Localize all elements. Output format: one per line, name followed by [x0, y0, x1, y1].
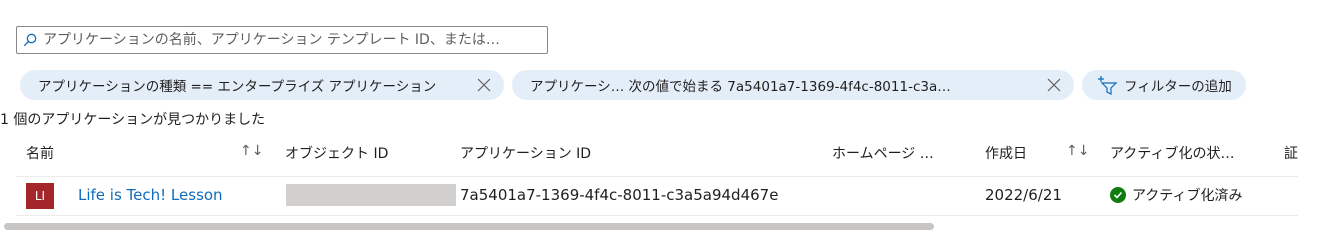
redacted-object-id	[286, 184, 456, 206]
app-name-link[interactable]: Life is Tech! Lesson	[78, 186, 223, 204]
column-header-object-id[interactable]: オブジェクト ID	[285, 143, 388, 163]
filter-pill-app-type[interactable]: アプリケーションの種類 == エンタープライズ アプリケーション	[20, 70, 504, 100]
filter-pill-label: アプリケーシ… 次の値で始まる 7a5401a7-1369-4f4c-8011-…	[530, 79, 951, 95]
column-header-homepage[interactable]: ホームページ …	[832, 143, 934, 163]
filter-pill-app-id[interactable]: アプリケーシ… 次の値で始まる 7a5401a7-1369-4f4c-8011-…	[512, 70, 1074, 100]
column-header-created[interactable]: 作成日	[985, 143, 1027, 163]
add-filter-label: フィルターの追加	[1124, 79, 1232, 95]
search-box[interactable]	[16, 26, 548, 54]
remove-filter-icon[interactable]	[1034, 78, 1074, 92]
check-circle-icon	[1110, 187, 1126, 203]
search-input[interactable]	[37, 31, 535, 49]
result-count: 1 個のアプリケーションが見つかりました	[0, 112, 266, 128]
table-header: 名前 ↑↓ オブジェクト ID アプリケーション ID ホームページ … 作成日…	[0, 143, 1332, 163]
add-filter-icon	[1096, 75, 1118, 95]
filter-bar: アプリケーションの種類 == エンタープライズ アプリケーション アプリケーシ……	[20, 70, 1246, 100]
column-header-app-id[interactable]: アプリケーション ID	[460, 143, 591, 163]
search-icon	[23, 33, 37, 47]
column-header-name[interactable]: 名前	[26, 143, 54, 163]
created-date: 2022/6/21	[985, 186, 1062, 204]
column-header-cut[interactable]: 証	[1284, 143, 1298, 163]
sort-icon[interactable]: ↑↓	[1066, 143, 1089, 159]
remove-filter-icon[interactable]	[464, 78, 504, 92]
column-header-activation[interactable]: アクティブ化の状…	[1110, 143, 1234, 163]
sort-icon[interactable]: ↑↓	[240, 143, 263, 159]
activation-status-label: アクティブ化済み	[1132, 188, 1243, 204]
filter-pill-label: アプリケーションの種類 == エンタープライズ アプリケーション	[38, 79, 437, 95]
add-filter-button[interactable]: フィルターの追加	[1082, 70, 1246, 100]
app-id-value: 7a5401a7-1369-4f4c-8011-c3a5a94d467e	[460, 186, 779, 204]
activation-status: アクティブ化済み	[1110, 185, 1242, 205]
avatar: LI	[26, 183, 54, 209]
scrollbar-thumb[interactable]	[4, 223, 934, 230]
